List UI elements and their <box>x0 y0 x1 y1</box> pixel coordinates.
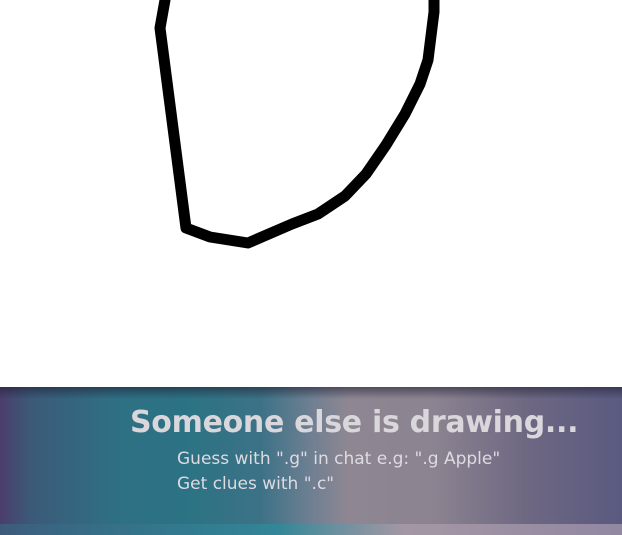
status-title: Someone else is drawing... <box>130 405 579 440</box>
guess-hint: Guess with ".g" in chat e.g: ".g Apple" <box>177 449 501 469</box>
game-stage: Someone else is drawing... Guess with ".… <box>0 0 622 535</box>
status-overlay: Someone else is drawing... Guess with ".… <box>0 387 622 535</box>
drawing-surface[interactable] <box>0 0 622 387</box>
drawing-canvas[interactable] <box>0 0 622 387</box>
clue-hint: Get clues with ".c" <box>177 474 335 494</box>
drawn-stroke <box>154 0 440 249</box>
